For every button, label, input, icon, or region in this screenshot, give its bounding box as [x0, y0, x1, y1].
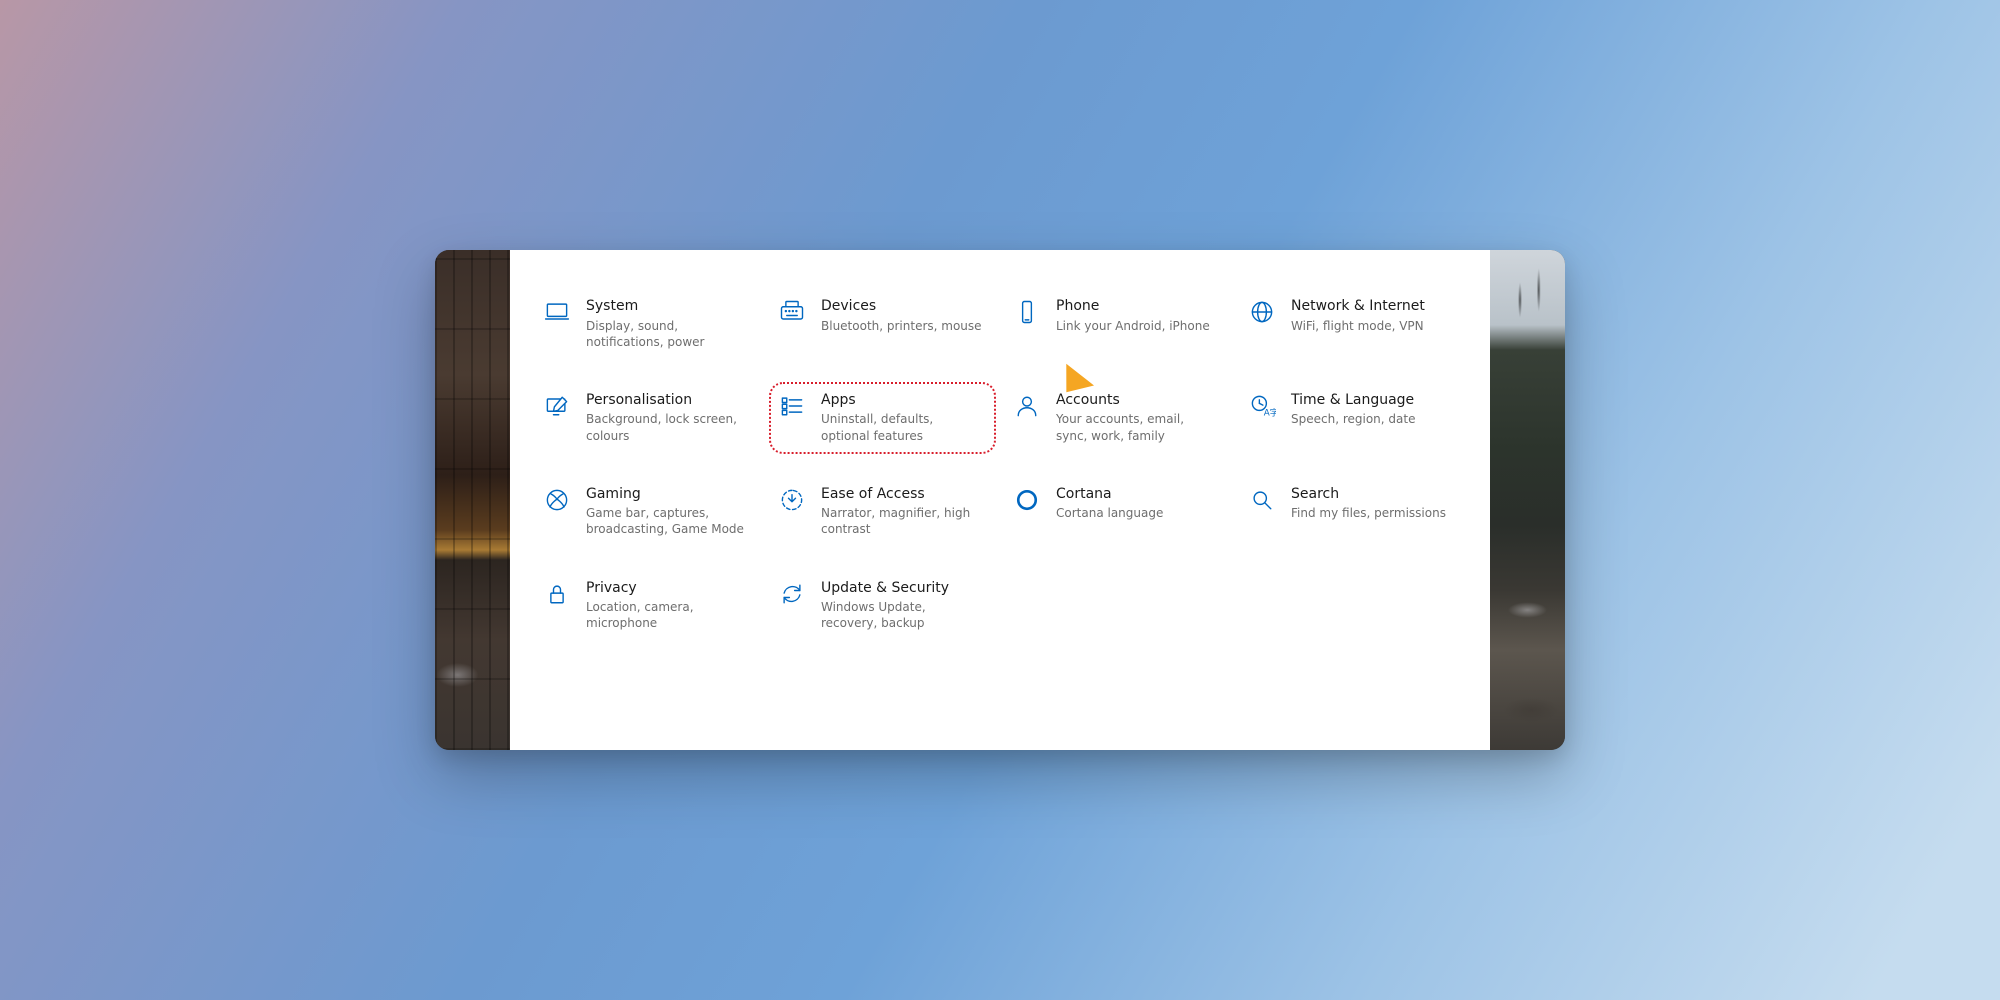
category-title: Personalisation	[586, 392, 749, 410]
globe-icon	[1247, 298, 1277, 328]
category-title: Cortana	[1056, 486, 1163, 504]
category-description: Find my files, permissions	[1291, 505, 1446, 521]
category-description: Uninstall, defaults, optional features	[821, 411, 984, 443]
pen-monitor-icon	[542, 392, 572, 422]
category-description: Location, camera, microphone	[586, 599, 749, 631]
cortana-icon	[1012, 486, 1042, 516]
settings-category-accounts[interactable]: AccountsYour accounts, email, sync, work…	[1008, 386, 1227, 450]
settings-category-gaming[interactable]: GamingGame bar, captures, broadcasting, …	[538, 480, 757, 544]
settings-category-phone[interactable]: Phone Link your Android, iPhone	[1008, 292, 1227, 356]
category-title: Update & Security	[821, 580, 984, 598]
category-description: Speech, region, date	[1291, 411, 1415, 427]
category-description: Bluetooth, printers, mouse	[821, 318, 982, 334]
category-description: Link your Android, iPhone	[1056, 318, 1210, 334]
category-title: Accounts	[1056, 392, 1219, 410]
settings-category-system[interactable]: System Display, sound, notifications, pow…	[538, 292, 757, 356]
wallpaper-left	[435, 250, 510, 750]
category-description: Game bar, captures, broadcasting, Game M…	[586, 505, 749, 537]
settings-category-update-security[interactable]: Update & SecurityWindows Update, recover…	[773, 574, 992, 638]
category-title: Apps	[821, 392, 984, 410]
category-title: Privacy	[586, 580, 749, 598]
category-title: System	[586, 298, 749, 316]
settings-panel: System Display, sound, notifications, pow…	[510, 250, 1490, 750]
category-title: Search	[1291, 486, 1446, 504]
settings-category-search[interactable]: SearchFind my files, permissions	[1243, 480, 1462, 544]
ease-icon	[777, 486, 807, 516]
category-title: Gaming	[586, 486, 749, 504]
xbox-icon	[542, 486, 572, 516]
settings-category-cortana[interactable]: CortanaCortana language	[1008, 480, 1227, 544]
clock-lang-icon: A字	[1247, 392, 1277, 422]
lock-icon	[542, 580, 572, 610]
settings-category-apps[interactable]: AppsUninstall, defaults, optional featur…	[773, 386, 992, 450]
keyboard-icon	[777, 298, 807, 328]
category-title: Time & Language	[1291, 392, 1415, 410]
category-description: Display, sound, notifications, power	[586, 318, 749, 350]
phone-icon	[1012, 298, 1042, 328]
category-description: Cortana language	[1056, 505, 1163, 521]
category-description: WiFi, flight mode, VPN	[1291, 318, 1425, 334]
settings-category-devices[interactable]: Devices Bluetooth, printers, mouse	[773, 292, 992, 356]
category-title: Devices	[821, 298, 982, 316]
settings-categories-grid: System Display, sound, notifications, pow…	[538, 292, 1462, 638]
category-description: Your accounts, email, sync, work, family	[1056, 411, 1219, 443]
settings-category-time-language[interactable]: A字 Time & LanguageSpeech, region, date	[1243, 386, 1462, 450]
category-title: Network & Internet	[1291, 298, 1425, 316]
category-title: Ease of Access	[821, 486, 984, 504]
svg-text:A字: A字	[1264, 407, 1276, 419]
category-description: Narrator, magnifier, high contrast	[821, 505, 984, 537]
settings-category-personalisation[interactable]: PersonalisationBackground, lock screen, …	[538, 386, 757, 450]
list-icon	[777, 392, 807, 422]
search-icon	[1247, 486, 1277, 516]
wallpaper-right	[1490, 250, 1565, 750]
settings-category-network[interactable]: Network & Internet WiFi, flight mode, VPN	[1243, 292, 1462, 356]
category-description: Windows Update, recovery, backup	[821, 599, 984, 631]
sync-icon	[777, 580, 807, 610]
settings-category-ease-of-access[interactable]: Ease of AccessNarrator, magnifier, high …	[773, 480, 992, 544]
category-description: Background, lock screen, colours	[586, 411, 749, 443]
screenshot-card: System Display, sound, notifications, pow…	[435, 250, 1565, 750]
category-title: Phone	[1056, 298, 1210, 316]
laptop-icon	[542, 298, 572, 328]
person-icon	[1012, 392, 1042, 422]
settings-category-privacy[interactable]: PrivacyLocation, camera, microphone	[538, 574, 757, 638]
